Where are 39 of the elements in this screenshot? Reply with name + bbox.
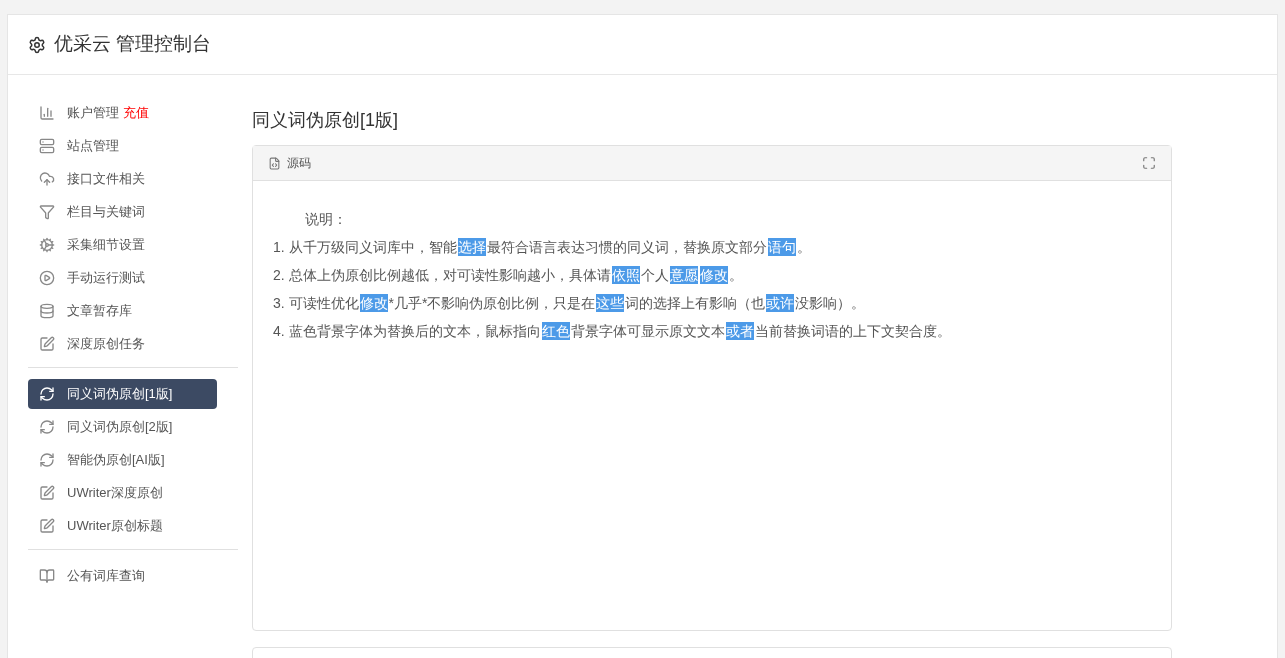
sidebar-item[interactable]: 账户管理 充值 xyxy=(28,98,217,128)
sidebar-item[interactable]: 采集细节设置 xyxy=(28,230,217,260)
edit-icon xyxy=(39,485,55,501)
sidebar-item[interactable]: UWriter原创标题 xyxy=(28,511,217,541)
sidebar-item[interactable]: 公有词库查询 xyxy=(28,561,217,591)
instruction-line: 1. 从千万级同义词库中，智能选择最符合语言表达习惯的同义词，替换原文部分语句。 xyxy=(273,237,811,258)
sidebar-item[interactable]: 同义词伪原创[2版] xyxy=(28,412,217,442)
sidebar-item[interactable]: UWriter深度原创 xyxy=(28,478,217,508)
bar-chart-icon xyxy=(39,105,55,121)
book-icon xyxy=(39,568,55,584)
play-icon xyxy=(39,270,55,286)
server-icon xyxy=(39,138,55,154)
sidebar-item[interactable]: 手动运行测试 xyxy=(28,263,217,293)
cloud-upload-icon xyxy=(39,171,55,187)
sidebar-item[interactable]: 文章暂存库 xyxy=(28,296,217,326)
filter-icon xyxy=(39,204,55,220)
refresh-icon xyxy=(39,452,55,468)
sidebar-item[interactable]: 同义词伪原创[1版] xyxy=(28,379,217,409)
code-file-icon xyxy=(268,156,281,170)
panel-title: 源码 xyxy=(287,155,311,172)
refresh-icon xyxy=(39,419,55,435)
recharge-link[interactable]: 充值 xyxy=(123,103,149,123)
fullscreen-icon[interactable] xyxy=(1142,156,1156,170)
instruction-line: 3. 可读性优化修改*几乎*不影响伪原创比例，只是在这些词的选择上有影响（也或许没影响）。 xyxy=(273,293,866,314)
page-title: 同义词伪原创[1版] xyxy=(252,109,398,132)
instruction-line: 4. 蓝色背景字体为替换后的文本，鼠标指向 红色背景字体可显示原文文本或者当前替换词语的上下文契合度。 xyxy=(273,321,951,342)
edit-icon xyxy=(39,336,55,352)
instructions-heading: 说明： xyxy=(304,210,347,229)
database-icon xyxy=(39,303,55,319)
refresh-icon xyxy=(39,386,55,402)
sidebar-item[interactable]: 栏目与关键词 xyxy=(28,197,217,227)
sidebar-item[interactable]: 智能伪原创[AI版] xyxy=(28,445,217,475)
settings-icon xyxy=(28,35,46,54)
sidebar-item[interactable]: 站点管理 xyxy=(28,131,217,161)
sidebar-item[interactable]: 深度原创任务 xyxy=(28,329,217,359)
instruction-line: 2. 总体上伪原创比例越低，对可读性影响越小，具体请依照个人意愿修改。 xyxy=(273,265,743,286)
sidebar-item[interactable]: 接口文件相关 xyxy=(28,164,217,194)
console-title: 优采云 管理控制台 xyxy=(54,32,212,57)
edit-icon xyxy=(39,518,55,534)
